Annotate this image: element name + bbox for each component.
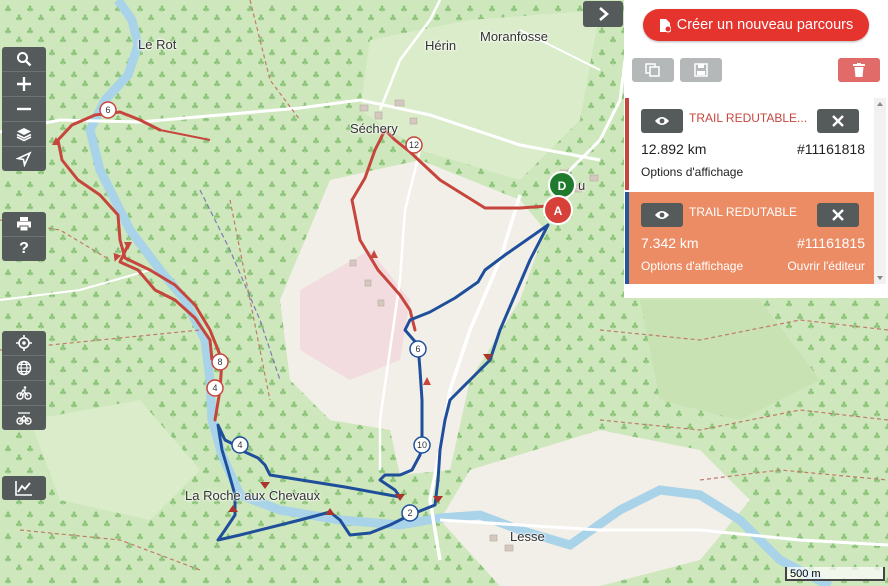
crosshair-icon[interactable] [2, 331, 46, 356]
create-route-label: Créer un nouveau parcours [676, 17, 854, 33]
close-icon [832, 115, 844, 127]
copy-icon [645, 63, 660, 77]
display-options-link[interactable]: Options d'affichage [641, 165, 743, 179]
bike-icon[interactable] [2, 381, 46, 406]
route-distance: 12.892 km [641, 141, 707, 157]
svg-text:6: 6 [105, 105, 110, 115]
delete-button[interactable] [838, 58, 880, 82]
map-controls-3 [2, 331, 46, 430]
open-editor-link[interactable]: Ouvrir l'éditeur [787, 259, 865, 273]
km-marker-red: 12 [405, 136, 423, 154]
duplicate-button[interactable] [632, 58, 674, 82]
eye-icon [655, 211, 669, 219]
chart-icon[interactable] [2, 476, 46, 500]
svg-text:4: 4 [237, 440, 242, 450]
route-name: TRAIL REDUTABLE... [689, 111, 808, 125]
create-route-button[interactable]: Créer un nouveau parcours [643, 9, 869, 41]
place-label: La Roche aux Chevaux [185, 488, 321, 503]
km-marker-shared: 4 [206, 379, 224, 397]
map-controls-2: ? [2, 212, 46, 261]
route-card[interactable]: TRAIL REDUTABLE 7.342 km #11161815 Optio… [625, 192, 875, 284]
svg-text:8: 8 [217, 357, 222, 367]
bike-alt-icon[interactable] [2, 406, 46, 430]
map-controls-4 [2, 476, 46, 500]
expand-panel-button[interactable] [583, 1, 623, 27]
km-marker-blue: 2 [401, 504, 419, 522]
svg-text:12: 12 [409, 140, 419, 150]
save-button[interactable] [680, 58, 722, 82]
close-route-button[interactable] [817, 203, 859, 227]
search-icon[interactable] [2, 47, 46, 72]
end-marker[interactable]: A [543, 195, 573, 225]
scale-bar: 500 m [785, 567, 885, 581]
panel-scrollbar[interactable] [874, 98, 886, 284]
route-id: #11161815 [797, 235, 865, 251]
display-options-link[interactable]: Options d'affichage [641, 259, 743, 273]
zoom-in-icon[interactable] [2, 72, 46, 97]
km-marker-blue: 10 [413, 436, 431, 454]
globe-icon[interactable] [2, 356, 46, 381]
visibility-toggle[interactable] [641, 109, 683, 133]
km-marker-red: 6 [99, 101, 117, 119]
close-icon [832, 209, 844, 221]
place-label: Hérin [425, 38, 457, 53]
place-label: Le Rot [138, 37, 177, 52]
route-distance: 7.342 km [641, 235, 699, 251]
place-label: Moranfosse [480, 29, 548, 44]
navigation-arrow-icon[interactable] [2, 147, 46, 171]
svg-text:6: 6 [415, 344, 420, 354]
km-marker-blue: 6 [409, 340, 427, 358]
eye-icon [655, 117, 669, 125]
svg-text:10: 10 [417, 440, 427, 450]
svg-text:4: 4 [212, 383, 217, 393]
floppy-icon [694, 63, 708, 77]
trash-icon [853, 63, 865, 77]
close-route-button[interactable] [817, 109, 859, 133]
help-button[interactable]: ? [2, 237, 46, 261]
printer-icon[interactable] [2, 212, 46, 237]
km-marker-blue: 4 [231, 436, 249, 454]
place-label: Lesse [510, 529, 545, 544]
route-name: TRAIL REDUTABLE [689, 205, 798, 219]
svg-text:2: 2 [407, 508, 412, 518]
place-label: u [578, 178, 586, 193]
start-marker[interactable]: D [548, 171, 576, 199]
map-controls [2, 47, 46, 171]
place-label: Séchery [350, 121, 398, 136]
svg-text:D: D [558, 179, 567, 193]
km-marker-red: 8 [211, 353, 229, 371]
route-id: #11161818 [797, 141, 865, 157]
zoom-out-icon[interactable] [2, 97, 46, 122]
route-card[interactable]: TRAIL REDUTABLE... 12.892 km #11161818 O… [625, 98, 875, 190]
layers-icon[interactable] [2, 122, 46, 147]
new-file-icon [659, 18, 671, 32]
svg-text:A: A [554, 204, 563, 218]
visibility-toggle[interactable] [641, 203, 683, 227]
